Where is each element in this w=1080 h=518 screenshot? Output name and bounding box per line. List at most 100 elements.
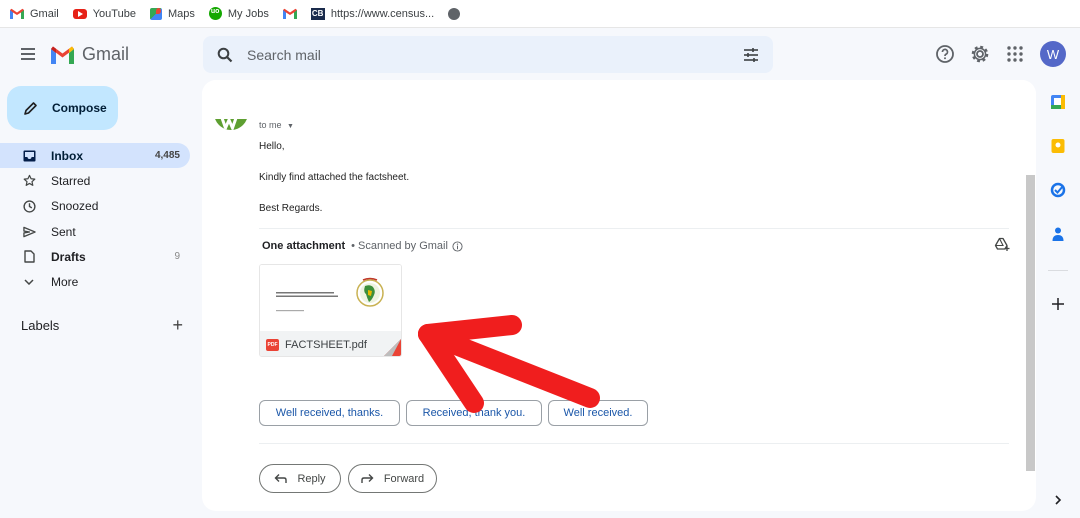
info-icon[interactable] xyxy=(452,240,463,252)
apps-grid-icon[interactable] xyxy=(1005,44,1025,64)
label-icon[interactable] xyxy=(527,90,545,108)
pdf-file-icon: PDF xyxy=(266,338,279,351)
labels-heading: Labels xyxy=(21,317,60,333)
archive-icon[interactable] xyxy=(258,90,276,108)
account-avatar[interactable]: W xyxy=(1040,41,1066,67)
add-to-tasks-icon[interactable] xyxy=(445,90,463,108)
compose-label: Compose xyxy=(52,101,107,115)
snooze-icon[interactable] xyxy=(410,90,428,108)
gmail-m-icon xyxy=(51,46,74,64)
smart-reply-3[interactable]: Well received. xyxy=(548,400,648,426)
bookmark-label: YouTube xyxy=(92,7,136,20)
rail-divider xyxy=(1048,270,1068,271)
nav-label: Drafts xyxy=(51,249,86,264)
clock-icon xyxy=(22,199,36,213)
google-keep-icon[interactable] xyxy=(1050,138,1066,154)
bookmark-my-jobs[interactable]: My Jobs xyxy=(208,7,269,20)
forward-arrow-icon xyxy=(361,474,374,483)
forward-label: Forward xyxy=(383,472,425,485)
search-icon[interactable] xyxy=(217,47,233,63)
nav-label: Snoozed xyxy=(51,199,99,214)
send-icon xyxy=(22,225,36,239)
attachments-count: One attachment xyxy=(262,240,346,252)
google-tasks-icon[interactable] xyxy=(1050,182,1066,198)
bookmark-globe[interactable] xyxy=(448,7,461,20)
compose-button[interactable]: Compose xyxy=(7,86,118,130)
settings-icon[interactable] xyxy=(970,44,990,64)
help-icon[interactable] xyxy=(935,44,955,64)
search-bar[interactable] xyxy=(203,36,773,73)
youtube-icon xyxy=(72,8,87,19)
gmail-icon xyxy=(282,8,297,19)
google-contacts-icon[interactable] xyxy=(1050,226,1066,242)
recipient-details-toggle[interactable]: to me ▼ xyxy=(259,120,294,130)
nav-label: More xyxy=(51,275,79,290)
draft-icon xyxy=(22,250,36,264)
search-input[interactable] xyxy=(247,46,743,63)
create-label-button[interactable]: + xyxy=(172,316,183,334)
nav-count: 4,485 xyxy=(154,150,180,162)
older-chevron-icon[interactable] xyxy=(949,90,967,108)
body-signoff: Best Regards. xyxy=(259,203,323,214)
gmail-icon xyxy=(10,8,24,19)
bookmark-gmail[interactable]: Gmail xyxy=(10,8,59,20)
attachment-footer: PDF FACTSHEET.pdf xyxy=(260,331,401,356)
bookmark-gmail-2[interactable] xyxy=(282,8,297,19)
message-view: 1 of 5,302 to me ▼ Hello, Kindly find at… xyxy=(202,80,1036,511)
pencil-icon xyxy=(24,101,37,115)
search-options-icon[interactable] xyxy=(743,47,759,63)
reply-button[interactable]: Reply xyxy=(259,464,341,493)
gmail-logo[interactable]: Gmail xyxy=(51,44,129,65)
actions-divider xyxy=(259,443,1009,444)
main-menu-button[interactable] xyxy=(18,44,38,64)
nav-label: Sent xyxy=(51,224,76,239)
smart-reply-2[interactable]: Received, thank you. xyxy=(406,400,542,426)
google-calendar-icon[interactable] xyxy=(1050,94,1066,110)
forward-button[interactable]: Forward xyxy=(348,464,437,493)
get-addons-plus-icon[interactable] xyxy=(1050,296,1066,312)
bookmark-label: https://www.census... xyxy=(330,7,435,20)
attachments-divider xyxy=(259,228,1009,229)
labels-section: Labels + xyxy=(21,316,183,334)
show-side-panel-chevron-icon[interactable] xyxy=(1050,492,1066,508)
reply-label: Reply xyxy=(297,472,326,485)
nav-count: 9 xyxy=(174,251,180,263)
inbox-icon xyxy=(22,149,36,163)
bookmark-label: Gmail xyxy=(30,7,59,20)
bookmark-label: My Jobs xyxy=(227,7,269,20)
maps-icon xyxy=(149,7,162,20)
nav-label: Inbox xyxy=(51,148,83,163)
mark-unread-icon[interactable] xyxy=(375,90,393,108)
input-tools-keyboard-icon[interactable] xyxy=(978,90,1008,108)
sidebar-item-sent[interactable]: Sent xyxy=(0,219,190,244)
add-to-drive-icon[interactable] xyxy=(994,236,1010,252)
body-text: Kindly find attached the factsheet. xyxy=(259,172,410,183)
sidebar-item-more[interactable]: More xyxy=(0,269,190,294)
attachment-card[interactable]: PDF FACTSHEET.pdf xyxy=(259,264,402,357)
bookmarks-bar: Gmail YouTube Maps My Jobs https://www.c… xyxy=(0,0,1080,28)
more-options-icon[interactable] xyxy=(559,90,577,108)
app-name: Gmail xyxy=(82,44,130,64)
bookmark-label: Maps xyxy=(167,7,195,20)
report-spam-icon[interactable] xyxy=(293,90,311,108)
sender-avatar[interactable] xyxy=(214,96,248,130)
bookmark-youtube[interactable]: YouTube xyxy=(72,7,136,20)
delete-icon[interactable] xyxy=(328,90,346,108)
caret-down-icon: ▼ xyxy=(287,123,294,130)
body-greeting: Hello, xyxy=(259,141,285,152)
chevron-down-icon xyxy=(22,275,36,289)
attachment-filename: FACTSHEET.pdf xyxy=(285,338,367,351)
attachments-header: One attachment • Scanned by Gmail xyxy=(262,240,463,252)
sidebar-item-snoozed[interactable]: Snoozed xyxy=(0,194,190,219)
bookmark-census[interactable]: https://www.census... xyxy=(310,7,435,20)
newer-chevron-icon[interactable] xyxy=(918,90,936,108)
bookmark-maps[interactable]: Maps xyxy=(149,7,195,20)
smart-reply-1[interactable]: Well received, thanks. xyxy=(259,400,400,426)
message-scrollbar-thumb[interactable] xyxy=(1026,175,1035,471)
scan-note: • Scanned by Gmail xyxy=(351,240,448,252)
move-to-icon[interactable] xyxy=(492,90,510,108)
sidebar-item-drafts[interactable]: Drafts 9 xyxy=(0,244,190,269)
sidebar-item-inbox[interactable]: Inbox 4,485 xyxy=(0,143,190,169)
reply-arrow-icon xyxy=(274,474,288,483)
sidebar-item-starred[interactable]: Starred xyxy=(0,168,190,193)
